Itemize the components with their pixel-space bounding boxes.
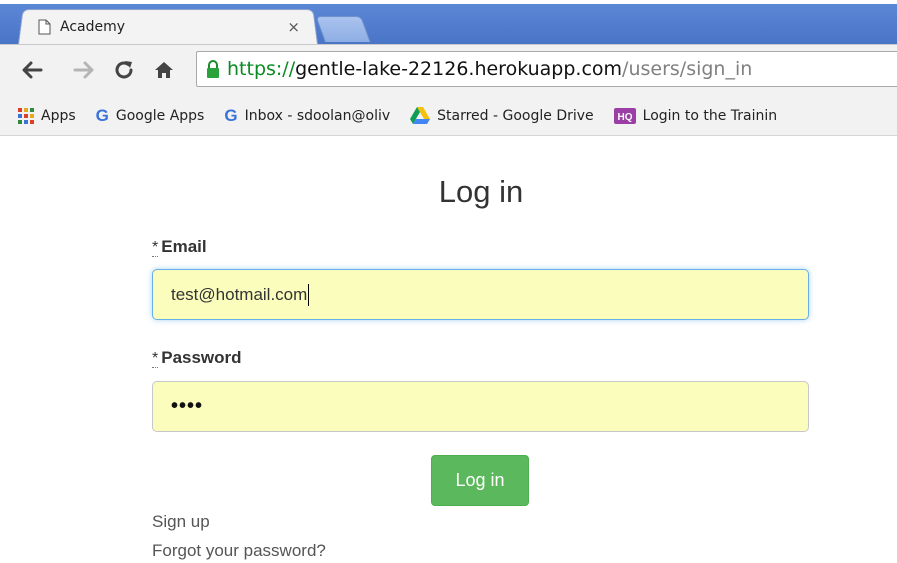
page-icon [38,19,51,35]
address-bar[interactable]: https://gentle-lake-22126.herokuapp.com/… [196,51,897,87]
back-button[interactable] [18,55,46,85]
google-icon: G [95,105,109,125]
hq-icon: HQ [613,107,636,124]
email-label: * Email [152,237,207,257]
forgot-password-link[interactable]: Forgot your password? [152,541,326,561]
text-cursor [308,283,310,306]
reload-button[interactable] [110,55,138,85]
svg-text:HQ: HQ [617,112,632,123]
reload-icon [115,61,133,79]
url-path: /users/sign_in [622,58,753,80]
google-drive-icon [410,107,431,124]
bookmark-google-drive[interactable]: Starred - Google Drive [410,107,594,124]
bookmark-training[interactable]: HQ Login to the Trainin [613,107,778,124]
tab-academy[interactable]: Academy × [26,10,316,44]
home-button[interactable] [150,55,178,85]
password-value: •••• [171,395,204,417]
required-marker: * [152,350,159,368]
bookmark-label: Starred - Google Drive [437,107,594,124]
url-host: gentle-lake-22126.herokuapp.com [295,58,623,80]
bookmark-apps[interactable]: Apps [18,107,76,124]
url-text: https://gentle-lake-22126.herokuapp.com/… [227,58,752,80]
forward-button[interactable] [70,55,98,85]
lock-icon [205,59,221,79]
sign-up-link[interactable]: Sign up [152,512,210,532]
password-label: * Password [152,348,242,368]
close-icon[interactable]: × [287,18,300,36]
google-icon: G [224,105,238,125]
email-label-text: Email [161,237,207,256]
new-tab-button[interactable] [315,16,371,42]
email-value: test@hotmail.com [171,284,308,304]
bookmark-google-apps[interactable]: G Google Apps [96,106,205,126]
back-arrow-icon [22,61,43,79]
page-title: Log in [438,174,524,209]
apps-grid-icon [18,107,34,124]
bookmark-label: Login to the Trainin [642,107,778,124]
tab-title: Academy [60,19,126,35]
bookmark-inbox[interactable]: G Inbox - sdoolan@oliv [224,106,390,126]
password-label-text: Password [161,348,242,367]
forward-arrow-icon [73,61,94,79]
url-scheme: https:// [227,58,296,80]
home-icon [155,62,173,78]
email-field[interactable]: test@hotmail.com [152,269,809,320]
bookmark-label: Google Apps [115,107,205,124]
bookmark-label: Apps [41,107,76,124]
bookmark-label: Inbox - sdoolan@oliv [244,107,391,124]
bookmarks-bar: Apps G Google Apps G Inbox - sdoolan@oli… [0,96,897,136]
login-button[interactable]: Log in [431,455,529,506]
password-field[interactable]: •••• [152,381,809,432]
tab-strip: Academy × [0,0,897,44]
required-marker: * [152,239,159,257]
